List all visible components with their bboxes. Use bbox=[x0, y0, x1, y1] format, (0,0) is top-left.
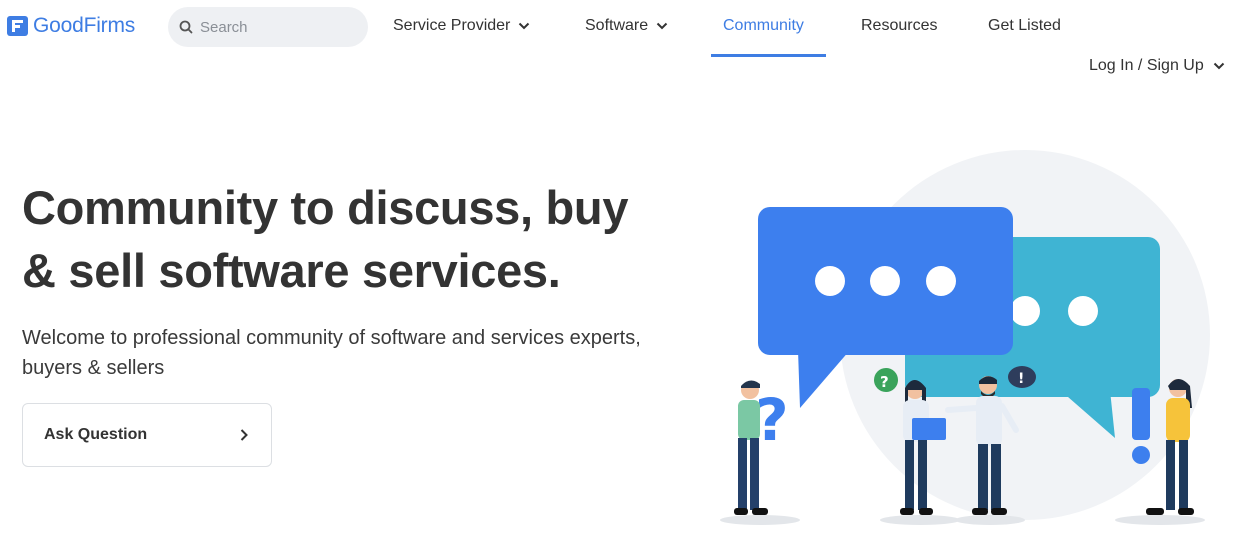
chevron-right-icon bbox=[240, 429, 248, 441]
nav-active-underline bbox=[711, 54, 826, 57]
goodfirms-logo[interactable]: GoodFirms bbox=[7, 14, 135, 38]
nav-service-provider[interactable]: Service Provider bbox=[393, 17, 530, 35]
nav-resources-label: Resources bbox=[861, 17, 938, 34]
login-signup-label: Log In / Sign Up bbox=[1089, 57, 1204, 74]
svg-text:!: ! bbox=[1018, 371, 1024, 387]
nav-software[interactable]: Software bbox=[585, 17, 668, 35]
hero-title-line-1: Community to discuss, buy bbox=[22, 181, 629, 234]
goodfirms-logo-icon bbox=[7, 16, 28, 36]
person-with-question-mark-icon: ? bbox=[734, 380, 789, 515]
hero-subtitle: Welcome to professional community of sof… bbox=[22, 323, 712, 383]
logo-text: GoodFirms bbox=[33, 14, 136, 37]
svg-text:?: ? bbox=[755, 386, 789, 454]
nav-get-listed[interactable]: Get Listed bbox=[988, 17, 1061, 35]
nav-resources[interactable]: Resources bbox=[861, 17, 937, 35]
hero-title-line-2: & sell software services. bbox=[22, 244, 561, 297]
chevron-down-icon bbox=[519, 22, 530, 30]
hero-title: Community to discuss, buy & sell softwar… bbox=[22, 176, 702, 302]
login-signup-menu[interactable]: Log In / Sign Up bbox=[1089, 57, 1225, 75]
nav-get-listed-label: Get Listed bbox=[988, 17, 1061, 34]
search-box[interactable] bbox=[168, 7, 368, 47]
chevron-down-icon bbox=[1213, 62, 1224, 70]
hero-subtitle-line-2: buyers & sellers bbox=[22, 357, 165, 379]
nav-community-label: Community bbox=[723, 17, 804, 34]
top-header: GoodFirms Service Provider Software Comm… bbox=[0, 0, 1260, 58]
nav-software-label: Software bbox=[585, 17, 649, 34]
chevron-down-icon bbox=[656, 22, 668, 30]
search-input[interactable] bbox=[200, 18, 360, 36]
ask-question-label: Ask Question bbox=[44, 426, 148, 443]
community-illustration: ? ? ! bbox=[720, 150, 1210, 525]
search-icon bbox=[179, 20, 193, 34]
ask-question-button[interactable]: Ask Question bbox=[22, 403, 272, 467]
hero-subtitle-line-1: Welcome to professional community of sof… bbox=[22, 327, 641, 349]
nav-community[interactable]: Community bbox=[723, 17, 804, 35]
svg-text:?: ? bbox=[880, 373, 889, 391]
nav-service-provider-label: Service Provider bbox=[393, 17, 511, 34]
